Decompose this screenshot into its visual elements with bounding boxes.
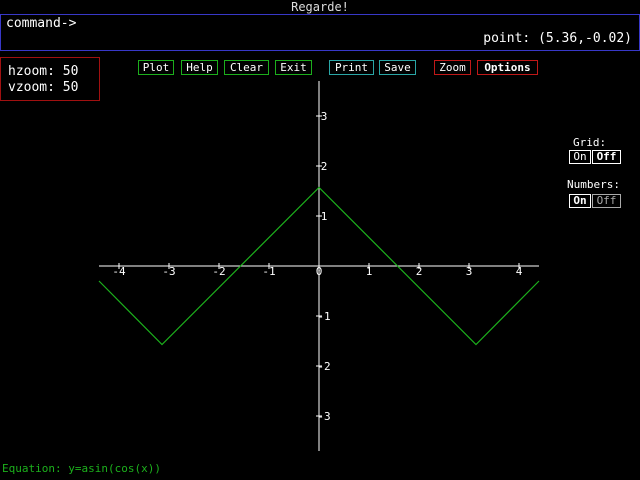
y-tick-label: 1	[321, 210, 328, 223]
vzoom-readout: vzoom: 50	[8, 80, 78, 96]
x-tick-label: -2	[212, 265, 225, 278]
x-tick-label: -3	[162, 265, 175, 278]
point-value: (5.36,-0.02)	[538, 31, 632, 46]
y-tick-label: 2	[321, 160, 328, 173]
y-tick-label: -3	[317, 410, 330, 423]
y-tick-label: -2	[317, 360, 330, 373]
plot-button[interactable]: Plot	[138, 60, 174, 75]
command-prompt[interactable]: command->	[6, 16, 76, 32]
vzoom-value: 50	[62, 80, 79, 95]
help-button[interactable]: Help	[181, 60, 218, 75]
numbers-off-toggle[interactable]: Off	[592, 194, 621, 208]
x-tick-label: 0	[316, 265, 323, 278]
hzoom-label: hzoom:	[8, 64, 55, 79]
save-button[interactable]: Save	[379, 60, 416, 75]
equation-expression: y=asin(cos(x))	[68, 462, 161, 475]
grid-label: Grid:	[573, 136, 607, 149]
point-label: point:	[483, 31, 531, 46]
grid-on-toggle[interactable]: On	[569, 150, 591, 164]
clear-button[interactable]: Clear	[224, 60, 269, 75]
equation-label: Equation:	[2, 462, 62, 475]
x-tick-label: -4	[112, 265, 126, 278]
zoom-button[interactable]: Zoom	[434, 60, 471, 75]
exit-button[interactable]: Exit	[275, 60, 312, 75]
grid-off-toggle[interactable]: Off	[592, 150, 621, 164]
vzoom-label: vzoom:	[8, 80, 55, 95]
hzoom-value: 50	[62, 64, 79, 79]
hzoom-readout: hzoom: 50	[8, 64, 78, 80]
x-tick-label: 2	[416, 265, 423, 278]
point-readout: point: (5.36,-0.02)	[483, 31, 632, 47]
y-tick-label: 3	[321, 110, 328, 123]
window-title: Regarde!	[291, 0, 349, 14]
x-tick-label: 3	[466, 265, 473, 278]
y-tick-label: -1	[317, 310, 330, 323]
numbers-on-toggle[interactable]: On	[569, 194, 591, 208]
options-button[interactable]: Options	[477, 60, 538, 75]
x-tick-label: 4	[516, 265, 523, 278]
print-button[interactable]: Print	[329, 60, 374, 75]
numbers-label: Numbers:	[567, 178, 620, 191]
equation-display: Equation: y=asin(cos(x))	[2, 462, 161, 475]
x-tick-label: -1	[262, 265, 275, 278]
x-tick-label: 1	[366, 265, 373, 278]
